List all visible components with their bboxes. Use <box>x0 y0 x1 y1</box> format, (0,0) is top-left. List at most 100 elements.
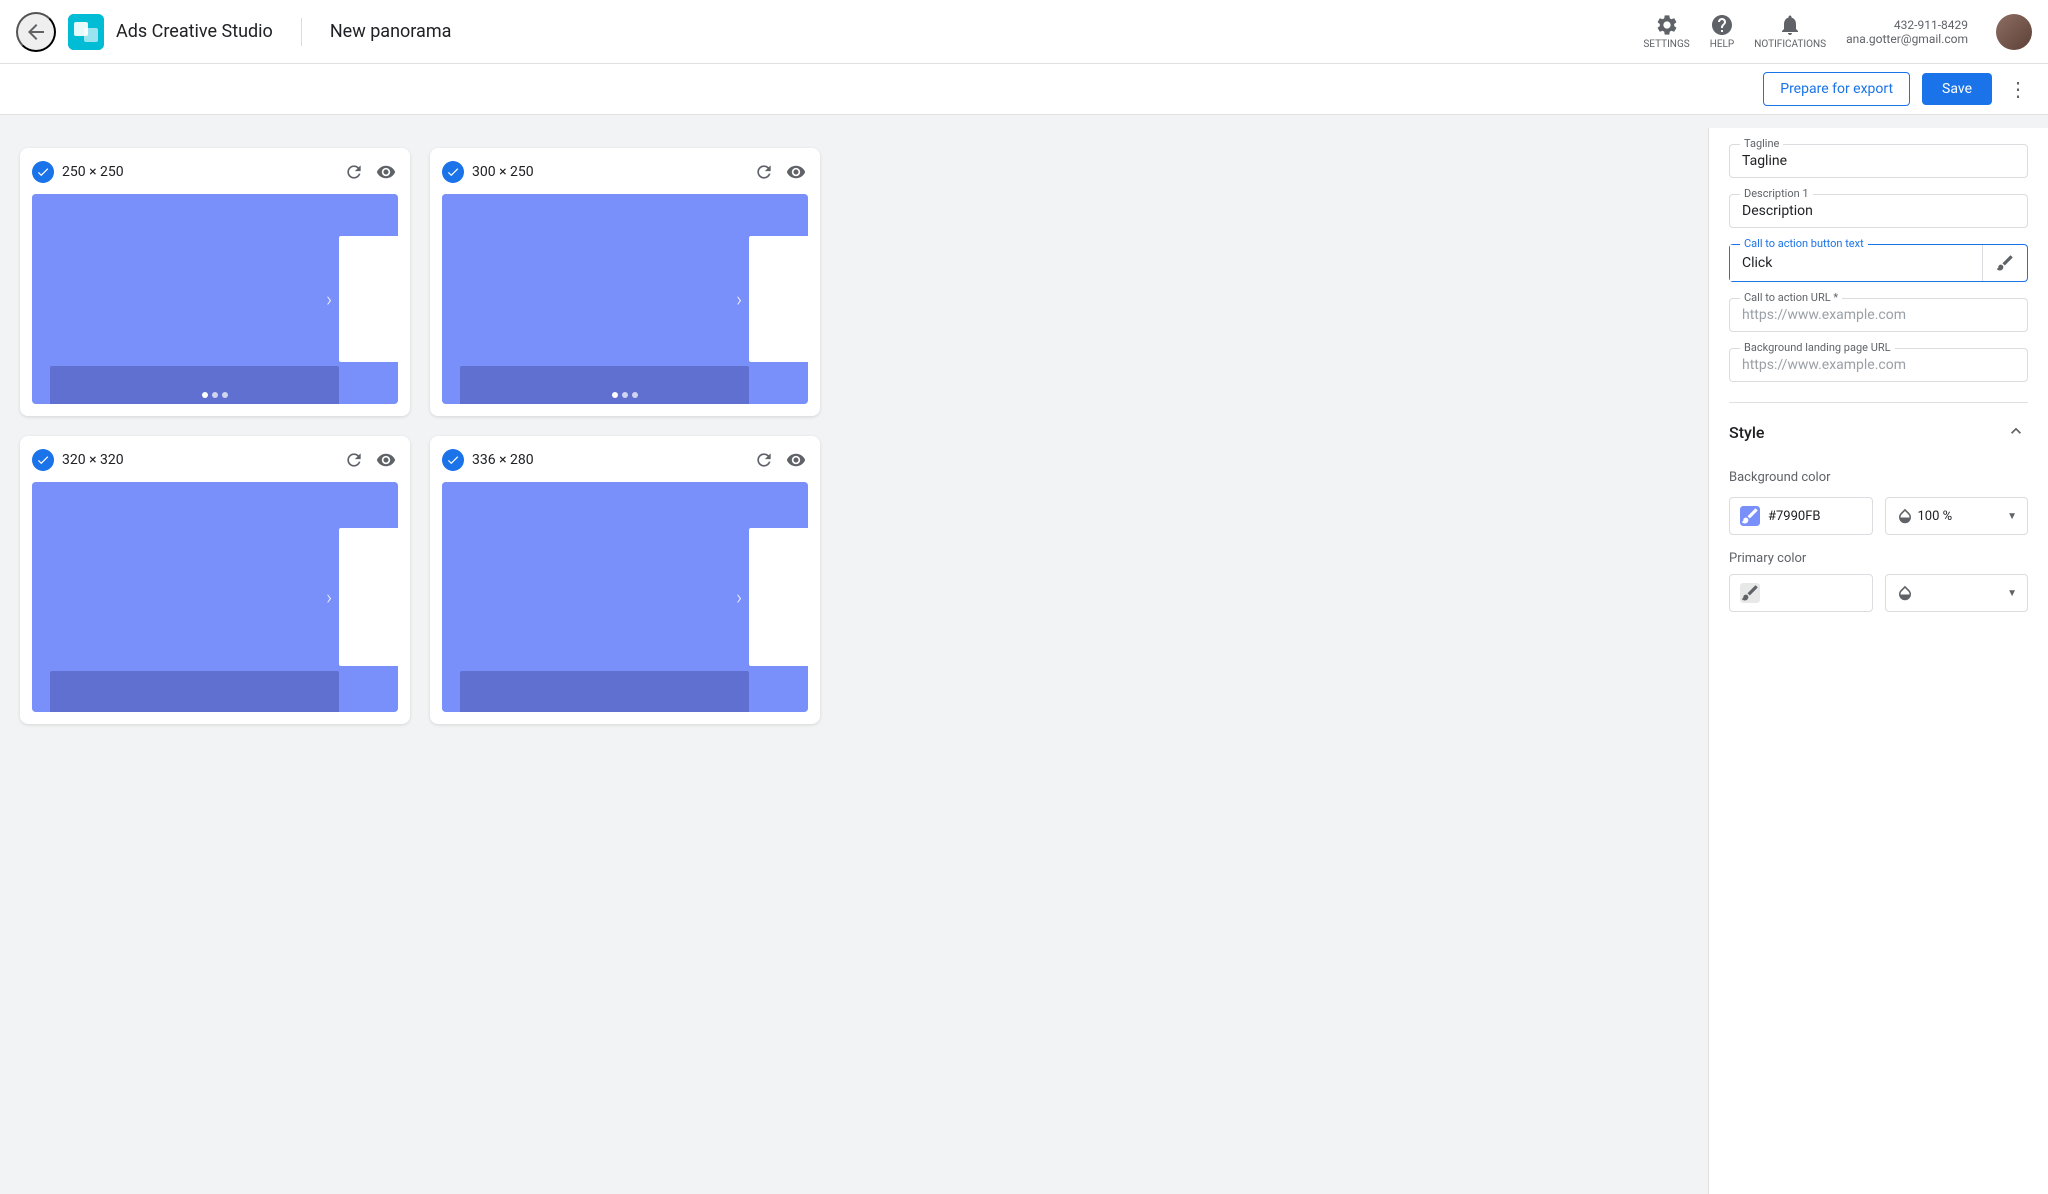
ad-nav-arrow-300: › <box>736 287 742 311</box>
main-layout: 250 × 250 › <box>0 128 2048 1194</box>
ad-check-336[interactable] <box>442 449 464 471</box>
primary-opacity-chevron-icon: ▼ <box>2007 588 2017 599</box>
description1-field-wrapper: Description 1 <box>1729 194 2028 228</box>
collapse-style-button[interactable] <box>2004 419 2028 446</box>
ad-dot-2 <box>212 392 218 398</box>
ad-card-header-336: 336 × 280 <box>442 448 808 472</box>
cta-paint-button[interactable] <box>1982 245 2027 281</box>
ad-panel-right-320 <box>339 528 398 666</box>
ad-card-250: 250 × 250 › <box>20 148 410 416</box>
ad-card-header-250: 250 × 250 <box>32 160 398 184</box>
ad-check-320[interactable] <box>32 449 54 471</box>
save-button[interactable]: Save <box>1922 73 1992 105</box>
primary-color-paint-icon <box>1740 583 1760 603</box>
help-label: HELP <box>1710 39 1735 50</box>
cta-field-group: Call to action button text <box>1729 244 2028 282</box>
cta-floating-label: Call to action button text <box>1740 237 1868 250</box>
ad-card-actions-320 <box>342 448 398 472</box>
avatar[interactable] <box>1996 14 2032 50</box>
ad-panel-right-336 <box>749 528 808 666</box>
user-email: ana.gotter@gmail.com <box>1846 32 1968 46</box>
ad-dot-3 <box>222 392 228 398</box>
bg-color-value: #7990FB <box>1768 509 1862 524</box>
ad-card-actions-336 <box>752 448 808 472</box>
preview-button-336[interactable] <box>784 448 808 472</box>
primary-opacity-field[interactable]: ▼ <box>1885 574 2029 612</box>
ad-card-header-300: 300 × 250 <box>442 160 808 184</box>
cta-input[interactable] <box>1730 245 1982 281</box>
description1-floating-label: Description 1 <box>1740 187 1813 200</box>
prepare-export-button[interactable]: Prepare for export <box>1763 72 1910 106</box>
opacity-field[interactable]: 100 % ▼ <box>1885 497 2029 535</box>
refresh-button-300[interactable] <box>752 160 776 184</box>
bg-url-field-group: Background landing page URL <box>1729 348 2028 382</box>
preview-button-320[interactable] <box>374 448 398 472</box>
canvas-grid: 250 × 250 › <box>20 148 820 724</box>
ad-card-actions-250 <box>342 160 398 184</box>
ad-dot-1 <box>202 392 208 398</box>
ad-preview-300: › <box>442 194 808 404</box>
ad-dot-300-3 <box>632 392 638 398</box>
refresh-button-250[interactable] <box>342 160 366 184</box>
style-header: Style <box>1729 403 2028 454</box>
preview-button-250[interactable] <box>374 160 398 184</box>
ad-panel-bottom-300 <box>460 366 749 404</box>
ad-card-336: 336 × 280 › <box>430 436 820 724</box>
notifications-label: NOTIFICATIONS <box>1754 39 1826 50</box>
ad-inner-336: › <box>442 482 808 712</box>
app-logo <box>68 14 104 50</box>
ad-check-300[interactable] <box>442 161 464 183</box>
bg-url-field-wrapper: Background landing page URL <box>1729 348 2028 382</box>
ad-card-320: 320 × 320 › <box>20 436 410 724</box>
description1-input[interactable] <box>1742 203 2015 219</box>
bg-color-paint-icon <box>1740 506 1760 526</box>
color-row-bg: #7990FB 100 % ▼ <box>1729 497 2028 535</box>
cta-url-floating-label: Call to action URL * <box>1740 291 1842 304</box>
ad-panel-right-250 <box>339 236 398 362</box>
ad-check-250[interactable] <box>32 161 54 183</box>
bg-url-input[interactable] <box>1742 357 2015 373</box>
ad-nav-arrow-320: › <box>326 585 332 609</box>
canvas-area: 250 × 250 › <box>0 128 1708 1194</box>
refresh-button-320[interactable] <box>342 448 366 472</box>
ad-dot-300-2 <box>622 392 628 398</box>
app-name: Ads Creative Studio <box>116 21 273 42</box>
ad-dots-300 <box>612 392 638 398</box>
bg-color-label: Background color <box>1729 470 2028 485</box>
more-button[interactable]: ⋮ <box>2004 73 2032 106</box>
settings-label: SETTINGS <box>1643 39 1689 50</box>
ad-inner-300: › <box>442 194 808 404</box>
page-title: New panorama <box>330 21 452 42</box>
ad-dots-250 <box>202 392 228 398</box>
ad-card-actions-300 <box>752 160 808 184</box>
ad-card-header-320: 320 × 320 <box>32 448 398 472</box>
ad-size-label-320: 320 × 320 <box>62 452 342 468</box>
toolbar: Prepare for export Save ⋮ <box>0 64 2048 115</box>
preview-button-300[interactable] <box>784 160 808 184</box>
user-phone: 432-911-8429 <box>1894 18 1968 32</box>
notifications-button[interactable]: NOTIFICATIONS <box>1754 13 1826 50</box>
ad-size-label-336: 336 × 280 <box>472 452 752 468</box>
back-button[interactable] <box>16 12 56 52</box>
ad-panel-bottom-250 <box>50 366 339 404</box>
ad-preview-320: › <box>32 482 398 712</box>
avatar-image <box>1996 14 2032 50</box>
ad-panel-bottom-320 <box>50 671 339 712</box>
ad-panel-right-300 <box>749 236 808 362</box>
settings-button[interactable]: SETTINGS <box>1643 13 1689 50</box>
tagline-input[interactable] <box>1742 153 2015 169</box>
primary-color-field[interactable] <box>1729 574 1873 612</box>
ad-size-label-250: 250 × 250 <box>62 164 342 180</box>
refresh-button-336[interactable] <box>752 448 776 472</box>
opacity-chevron-icon: ▼ <box>2007 511 2017 522</box>
cta-url-input[interactable] <box>1742 307 2015 323</box>
bg-color-field[interactable]: #7990FB <box>1729 497 1873 535</box>
header-divider <box>301 18 302 46</box>
tagline-floating-label: Tagline <box>1740 137 1783 150</box>
ad-nav-arrow-250: › <box>326 287 332 311</box>
header-left: Ads Creative Studio New panorama <box>16 12 451 52</box>
cta-url-field-group: Call to action URL * <box>1729 298 2028 332</box>
ad-size-label-300: 300 × 250 <box>472 164 752 180</box>
help-button[interactable]: HELP <box>1710 13 1735 50</box>
tagline-field-wrapper: Tagline <box>1729 144 2028 178</box>
